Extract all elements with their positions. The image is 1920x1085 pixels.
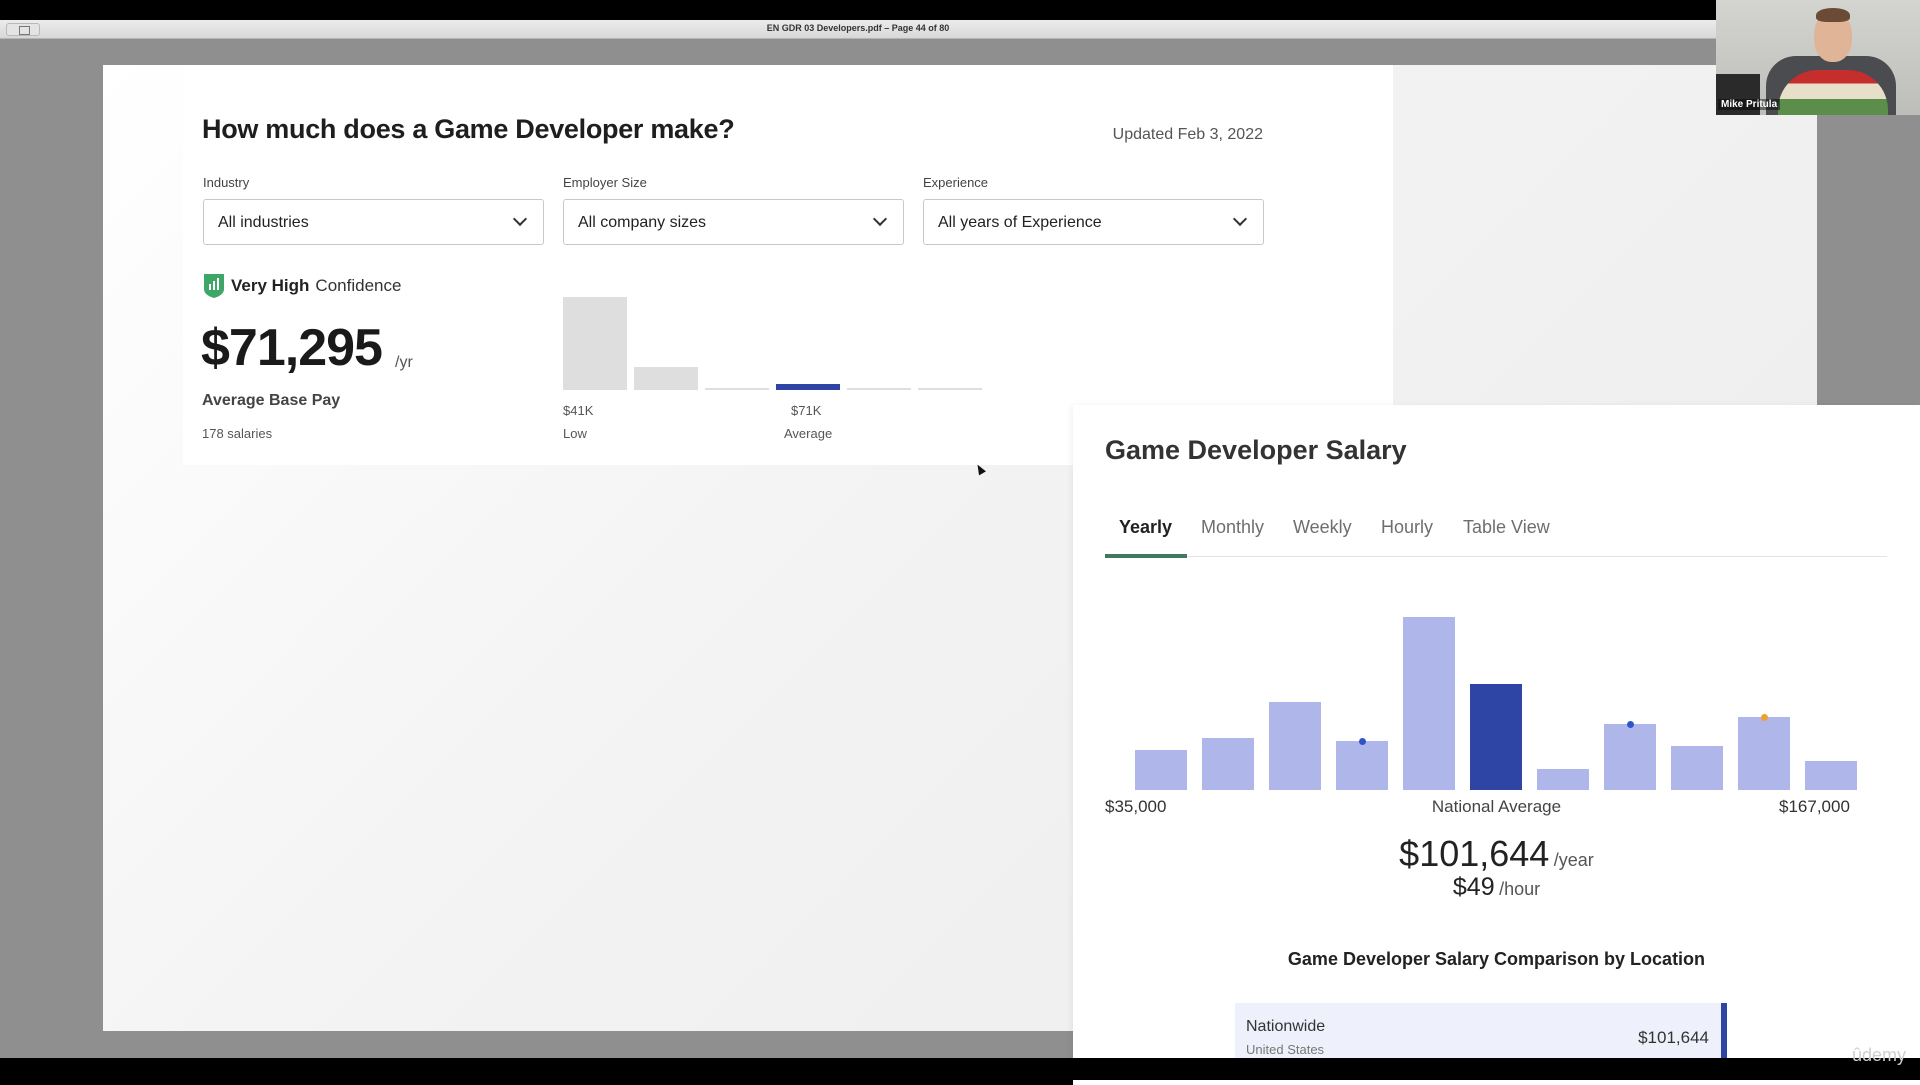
webcam-overlay: Mike Pritula [1716, 0, 1920, 115]
experience-label: Experience [923, 175, 989, 190]
average-pay-value: $71,295 [201, 319, 383, 377]
industry-select[interactable]: All industries [203, 199, 544, 245]
histogram-low-label: Low [563, 426, 587, 441]
presenter-name-label: Mike Pritula [1718, 99, 1781, 110]
shield-chart-icon [204, 274, 224, 298]
salary-histogram-bar [1135, 750, 1187, 790]
pdf-page: How much does a Game Developer make? Upd… [103, 65, 1920, 1085]
average-pay-label: Average Base Pay [202, 392, 341, 409]
employer-size-select-value: All company sizes [578, 214, 707, 231]
location-name: Nationwide [1246, 1018, 1326, 1035]
panel-title: Game Developer Salary [1105, 435, 1407, 465]
screen: EN GDR 03 Developers.pdf – Page 44 of 80… [0, 0, 1920, 1085]
salary-histogram-bar [1403, 617, 1455, 790]
confidence-level: Very High [231, 276, 310, 295]
yearly-salary: $101,644 /year [1073, 833, 1920, 875]
histogram-low-value: $41K [563, 403, 594, 418]
salary-histogram-dot [1760, 713, 1768, 721]
chevron-down-icon [1232, 211, 1248, 227]
updated-date: Updated Feb 3, 2022 [1112, 126, 1263, 143]
salary-histogram-bar [1805, 761, 1857, 790]
udemy-watermark-logo: ûdemy [1851, 1045, 1906, 1065]
employer-size-label: Employer Size [563, 175, 647, 190]
chevron-down-icon [872, 211, 888, 227]
histogram-average-label: Average [784, 426, 833, 441]
location-country: United States [1246, 1042, 1325, 1057]
axis-max-label: $167,000 [1779, 797, 1850, 816]
hourly-salary: $49 /hour [1073, 873, 1920, 902]
pay-histogram-bar [563, 297, 627, 390]
yearly-salary-value: $101,644 [1399, 833, 1550, 874]
comparison-title: Game Developer Salary Comparison by Loca… [1287, 949, 1706, 969]
experience-select[interactable]: All years of Experience [923, 199, 1264, 245]
salary-histogram-dot [1358, 737, 1366, 745]
industry-label: Industry [203, 175, 250, 190]
hourly-salary-value: $49 [1452, 873, 1495, 901]
page-title: How much does a Game Developer make? [202, 114, 735, 144]
confidence-indicator: Very High Confidence [203, 273, 401, 299]
experience-select-value: All years of Experience [938, 214, 1102, 231]
document-title[interactable]: EN GDR 03 Developers.pdf – Page 44 of 80 [0, 23, 1716, 33]
yearly-salary-unit: /year [1553, 850, 1594, 870]
salary-histogram-bar [1537, 769, 1589, 790]
employer-size-select[interactable]: All company sizes [563, 199, 904, 245]
chevron-down-icon [512, 211, 528, 227]
average-pay-unit: /yr [395, 354, 413, 371]
salary-histogram-bar [1738, 717, 1790, 790]
bottom-black-bar [0, 1058, 1920, 1080]
confidence-label: Confidence [315, 276, 402, 295]
salary-histogram-bar [1470, 684, 1522, 790]
salary-overlay-panel: Game Developer Salary Yearly Monthly Wee… [1073, 405, 1920, 1085]
tab-yearly[interactable]: Yearly [1119, 517, 1172, 538]
tab-weekly[interactable]: Weekly [1293, 517, 1352, 538]
histogram-average-value: $71K [791, 403, 822, 418]
tab-hourly[interactable]: Hourly [1381, 517, 1433, 538]
salaries-count: 178 salaries [202, 426, 273, 441]
active-tab-indicator [1105, 554, 1187, 558]
salary-histogram-bar [1269, 702, 1321, 790]
tab-table-view[interactable]: Table View [1463, 517, 1550, 538]
salary-histogram-bar [1604, 724, 1656, 790]
salary-histogram-bar [1336, 741, 1388, 790]
industry-select-value: All industries [218, 214, 309, 231]
pay-histogram-bar [705, 388, 769, 390]
tab-monthly[interactable]: Monthly [1201, 517, 1264, 538]
pay-histogram-bar [918, 388, 982, 390]
salary-histogram-bar [1202, 738, 1254, 790]
pay-histogram-bar [634, 366, 698, 390]
pdf-viewer-titlebar: EN GDR 03 Developers.pdf – Page 44 of 80 [0, 20, 1716, 39]
top-black-bar [0, 0, 1920, 20]
pay-histogram-bar [776, 383, 840, 390]
period-tabs: Yearly Monthly Weekly Hourly Table View [1105, 517, 1887, 558]
pay-histogram-bar [847, 388, 911, 390]
hourly-salary-unit: /hour [1499, 879, 1541, 899]
salary-histogram-dot [1626, 720, 1634, 728]
location-value: $101,644 [1638, 1028, 1709, 1047]
salary-histogram-bar [1671, 746, 1723, 790]
